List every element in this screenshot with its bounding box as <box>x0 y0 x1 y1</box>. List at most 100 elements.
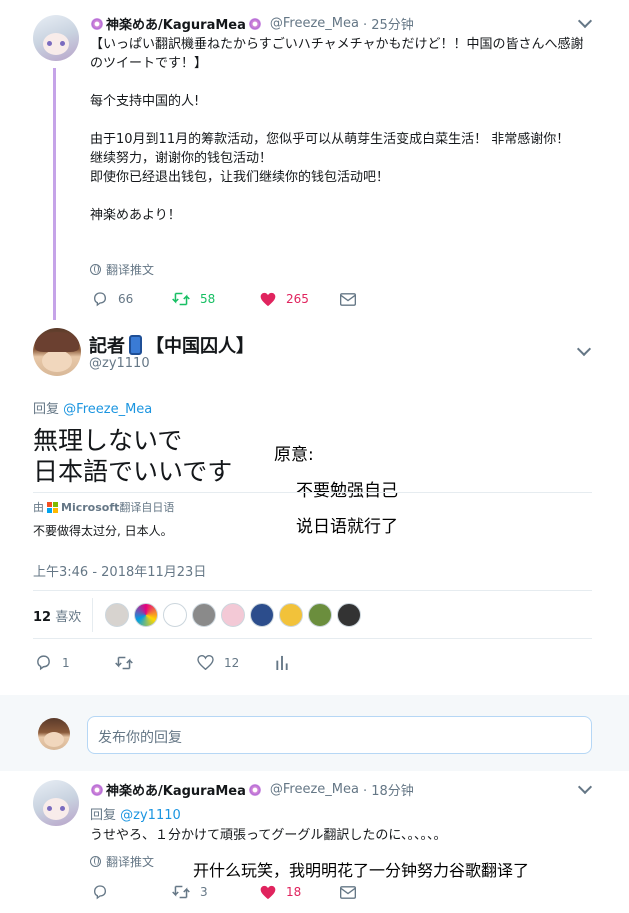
chevron-down-icon[interactable] <box>577 779 593 795</box>
heart-icon <box>197 655 214 670</box>
microsoft-logo-icon <box>47 501 58 513</box>
reply-prefix: 回复 <box>90 808 117 823</box>
tweet-actions: 1 12 <box>35 654 299 671</box>
avatar[interactable] <box>250 603 274 627</box>
analytics-button[interactable] <box>275 655 299 670</box>
avatar[interactable] <box>134 603 158 627</box>
likes-summary[interactable]: 12 喜欢 <box>33 606 81 625</box>
avatar[interactable] <box>163 603 187 627</box>
likes-count: 12 <box>33 610 52 625</box>
like-count: 12 <box>224 655 240 670</box>
divider <box>33 590 592 591</box>
avatar <box>38 718 70 750</box>
decoration-icon <box>248 783 261 796</box>
retweet-button[interactable]: 58 <box>172 291 260 307</box>
translated-by-suffix: 翻译自日语 <box>119 501 175 514</box>
handle[interactable]: @Freeze_Mea <box>270 16 359 31</box>
translated-by-brand: Microsoft <box>61 500 120 514</box>
reply-mention-link[interactable]: @Freeze_Mea <box>63 402 152 417</box>
retweet-icon <box>172 292 190 306</box>
avatar[interactable] <box>33 15 79 61</box>
phone-icon <box>129 335 142 355</box>
reply-button[interactable]: 66 <box>92 291 172 307</box>
decoration-icon <box>91 17 103 30</box>
avatar[interactable] <box>33 328 81 376</box>
reply-context: 回复 @Freeze_Mea <box>33 398 152 417</box>
liker-avatars <box>105 603 366 627</box>
avatar[interactable] <box>33 780 79 826</box>
likes-label: 喜欢 <box>55 610 82 625</box>
dm-button[interactable] <box>340 885 366 899</box>
heart-icon <box>260 292 276 306</box>
reply-icon <box>93 292 107 307</box>
globe-icon <box>90 856 101 867</box>
globe-icon <box>90 264 101 275</box>
chevron-down-icon[interactable] <box>576 341 592 357</box>
avatar[interactable] <box>308 603 332 627</box>
decoration-icon <box>248 17 261 30</box>
annotation-line: 不要勉强自己 <box>296 481 398 501</box>
retweet-button[interactable]: 3 <box>172 884 260 900</box>
reply-button[interactable] <box>92 884 172 900</box>
translate-tweet-link[interactable]: 翻译推文 <box>90 853 154 870</box>
translate-tweet-link[interactable]: 翻译推文 <box>90 261 154 278</box>
display-name[interactable]: 記者 <box>89 332 125 358</box>
thread-connector-line <box>53 68 56 320</box>
translation-divider <box>33 492 592 493</box>
retweet-icon <box>172 885 190 899</box>
handle[interactable]: @Freeze_Mea <box>270 782 359 797</box>
like-button[interactable]: 265 <box>260 292 340 307</box>
annotation-line: 说日语就行了 <box>296 517 398 537</box>
like-count: 18 <box>286 885 302 899</box>
like-count: 265 <box>286 292 309 306</box>
timestamp[interactable]: · 25分钟 <box>363 14 414 33</box>
vertical-divider <box>92 598 93 632</box>
translated-by: 由 Microsoft 翻译自日语 <box>33 499 174 515</box>
avatar[interactable] <box>279 603 303 627</box>
reply-icon <box>37 655 50 671</box>
reply-count: 1 <box>62 655 70 670</box>
translate-label[interactable]: 翻译推文 <box>106 853 154 870</box>
dm-button[interactable] <box>340 292 366 306</box>
display-name[interactable]: 神楽めあ/KaguraMea <box>106 780 246 799</box>
display-name[interactable]: 神楽めあ/KaguraMea <box>106 14 246 33</box>
translate-label[interactable]: 翻译推文 <box>106 261 154 278</box>
tweet-header: 神楽めあ/KaguraMea @Freeze_Mea · 18分钟 <box>88 780 414 799</box>
envelope-icon <box>340 885 356 899</box>
retweet-button[interactable] <box>115 655 197 671</box>
display-name-suffix[interactable]: 【中国囚人】 <box>146 332 254 358</box>
translated-by-prefix: 由 <box>33 501 44 514</box>
retweet-count: 3 <box>200 885 208 899</box>
tweet-header: 神楽めあ/KaguraMea @Freeze_Mea · 25分钟 <box>88 14 414 33</box>
tweet-text-line: 無理しないで <box>33 426 183 455</box>
tweet-header: 記者 【中国囚人】 <box>89 332 254 358</box>
handle[interactable]: @zy1110 <box>89 356 150 371</box>
tweet-text: 【いっぱい翻訳機垂ねたからすごいハチャメチャかもだけど！！中国の皆さんへ感謝のツ… <box>90 37 584 223</box>
retweet-icon <box>115 656 133 669</box>
reply-context: 回复 @zy1110 <box>90 804 181 823</box>
reply-count: 66 <box>118 292 134 306</box>
reply-icon <box>93 885 107 900</box>
timestamp[interactable]: 上午3:46 - 2018年11月23日 <box>33 561 206 580</box>
heart-icon <box>260 885 276 899</box>
tweet-actions: 3 18 <box>92 884 366 900</box>
avatar[interactable] <box>221 603 245 627</box>
tweet-actions: 66 58 265 <box>92 291 366 307</box>
tweet-text: うせやろ、１分かけて頑張ってグーグル翻訳したのに、。、。、。 <box>90 828 447 843</box>
reply-input[interactable]: 发布你的回复 <box>87 716 592 754</box>
avatar[interactable] <box>105 603 129 627</box>
reply-mention-link[interactable]: @zy1110 <box>120 808 181 823</box>
like-button[interactable]: 18 <box>260 885 340 900</box>
avatar[interactable] <box>337 603 361 627</box>
translation-text: 不要做得太过分, 日本人。 <box>33 524 173 538</box>
reply-button[interactable]: 1 <box>35 654 115 671</box>
envelope-icon <box>340 292 356 306</box>
decoration-icon <box>91 783 103 796</box>
divider <box>33 638 592 639</box>
like-button[interactable]: 12 <box>197 655 275 670</box>
reply-prefix: 回复 <box>33 402 60 417</box>
timestamp[interactable]: · 18分钟 <box>363 780 414 799</box>
tweet-text-line: 日本語でいいです <box>33 457 233 486</box>
avatar[interactable] <box>192 603 216 627</box>
chevron-down-icon[interactable] <box>577 13 593 29</box>
